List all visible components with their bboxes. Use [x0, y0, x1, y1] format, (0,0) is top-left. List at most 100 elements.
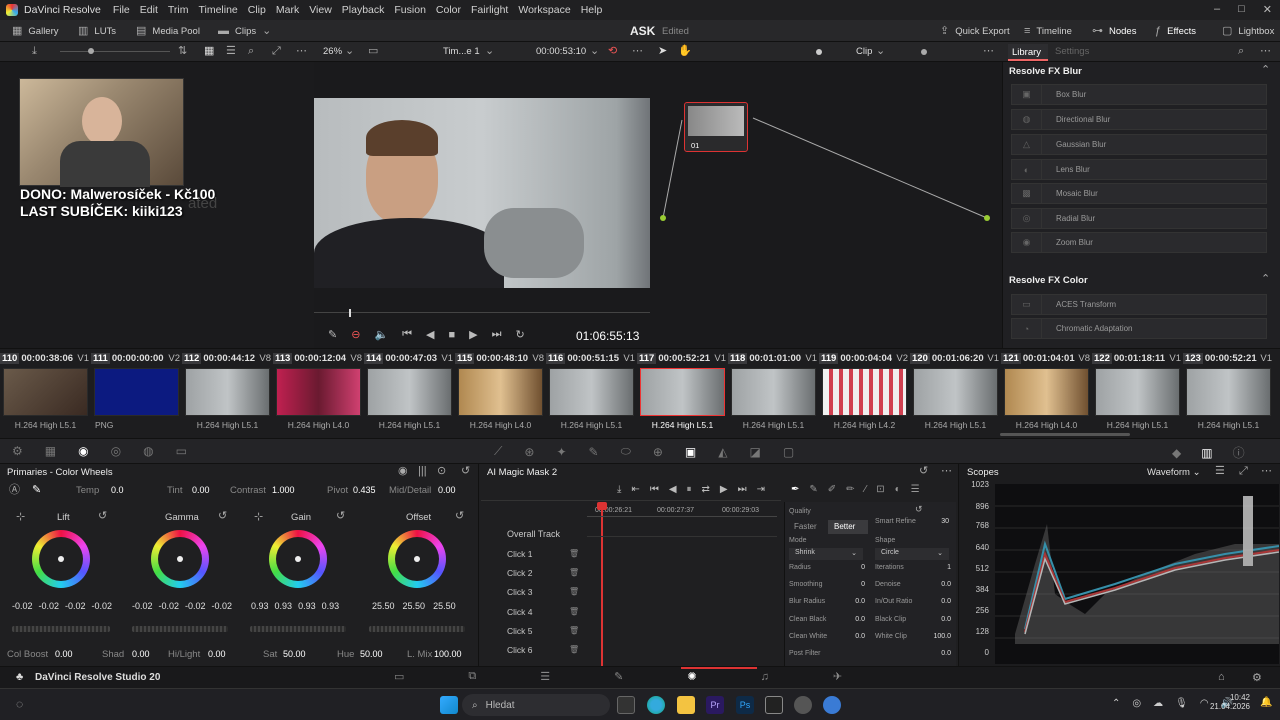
click-6[interactable]: Click 6 [507, 645, 533, 655]
fx-mosaic-blur[interactable]: ▩ Mosaic Blur [1011, 183, 1267, 204]
effects-button[interactable]: ƒ Effects [1155, 20, 1196, 42]
picker-icon[interactable]: ✎ [32, 485, 41, 496]
gain-wheel[interactable] [269, 530, 327, 588]
menu-color[interactable]: Color [436, 4, 461, 16]
nodes-button[interactable]: ⊶ Nodes [1092, 20, 1136, 42]
middetail-value[interactable]: 0.00 [438, 485, 456, 495]
iterations-value[interactable]: 1 [925, 564, 951, 571]
minimize-icon[interactable]: – [1214, 3, 1220, 16]
grid-view-icon[interactable]: ▦ [204, 46, 214, 57]
fx-chromatic-adaptation[interactable]: ◔ Chromatic Adaptation [1011, 318, 1267, 339]
menu-fairlight[interactable]: Fairlight [471, 4, 508, 16]
fx-radial-blur[interactable]: ◎ Radial Blur [1011, 208, 1267, 229]
lift-master-slider[interactable] [12, 626, 110, 632]
first-frame-icon[interactable]: ⇤ [631, 484, 639, 495]
notifications-icon[interactable]: 🔔 [1260, 697, 1272, 708]
track-back-icon[interactable]: ◀ [669, 484, 677, 495]
clips-button[interactable]: ▬ Clips ⌄ [218, 20, 271, 42]
chevron-down-icon[interactable]: ⌄ [345, 46, 354, 57]
chevron-up-icon[interactable]: ⌃ [1112, 698, 1120, 709]
more-icon[interactable]: ⋯ [1261, 466, 1272, 477]
trash-icon[interactable]: 🗑 [569, 607, 579, 616]
gallery-slider[interactable] [60, 51, 170, 52]
adjust-icon[interactable]: ☰ [911, 484, 920, 495]
color-page-icon[interactable]: ✺ [687, 670, 696, 683]
clean-black-value[interactable]: 0.0 [839, 616, 865, 623]
reset-icon[interactable]: ↺ [98, 511, 107, 522]
grab-still-icon[interactable]: ⤓ [32, 46, 37, 57]
menu-help[interactable]: Help [581, 4, 603, 16]
lift-g[interactable]: -0.02 [65, 601, 86, 611]
offset-wheel[interactable] [388, 530, 446, 588]
scopes-icon[interactable]: ▥ [1201, 446, 1212, 460]
window-icon[interactable]: ⬭ [621, 444, 631, 459]
fullscreen-icon[interactable]: ⤢ [272, 46, 281, 57]
blur-radius-value[interactable]: 0.0 [839, 598, 865, 605]
lift-b[interactable]: -0.02 [92, 601, 113, 611]
next-frame-icon[interactable]: ⏭ [738, 484, 747, 495]
log-mode-icon[interactable]: ⊙ [437, 466, 446, 477]
gain-g[interactable]: 0.93 [298, 601, 316, 611]
hilight-value[interactable]: 0.00 [208, 649, 226, 659]
mask-playhead[interactable] [601, 502, 603, 666]
click-3[interactable]: Click 3 [507, 587, 533, 597]
quick-export-button[interactable]: ⇪ Quick Export [940, 20, 1010, 42]
color-wheels-icon[interactable]: ◉ [78, 444, 88, 458]
premiere-icon[interactable]: Pr [706, 696, 724, 714]
qualifier-icon[interactable]: ✦ [556, 445, 566, 459]
gallery-slider-knob[interactable] [88, 48, 94, 54]
reset-icon[interactable]: ↺ [461, 466, 470, 477]
hue-value[interactable]: 50.00 [360, 649, 383, 659]
collapse-icon[interactable]: ⌃ [1261, 274, 1270, 285]
home-icon[interactable]: ⌂ [1218, 671, 1225, 683]
fx-directional-blur[interactable]: ◍ Directional Blur [1011, 109, 1267, 130]
pen-subtract-icon[interactable]: ✐ [828, 484, 836, 495]
tab-library[interactable]: Library [1008, 44, 1048, 61]
rgb-mixer-icon[interactable]: ◍ [143, 444, 153, 458]
maximize-icon[interactable]: □ [1238, 3, 1245, 16]
clip-111[interactable]: 111 00:00:00:00 V2 PNG [91, 349, 182, 439]
last-frame-icon[interactable]: ⇥ [757, 484, 765, 495]
reset-icon[interactable]: ↺ [919, 466, 928, 477]
click-1[interactable]: Click 1 [507, 549, 533, 559]
lift-y[interactable]: -0.02 [12, 601, 33, 611]
play-icon[interactable]: ▶ [469, 328, 477, 341]
offset-values[interactable]: 25.50 25.50 25.50 [372, 601, 456, 611]
deliver-page-icon[interactable]: ✈ [833, 670, 842, 683]
clean-white-value[interactable]: 0.0 [839, 633, 865, 640]
lift-values[interactable]: -0.02 -0.02 -0.02 -0.02 [12, 601, 112, 611]
node-editor[interactable]: 01 [656, 62, 1002, 348]
colboost-value[interactable]: 0.00 [55, 649, 73, 659]
reset-icon[interactable]: ↺ [336, 511, 345, 522]
overlay-icon[interactable]: ⊡ [876, 484, 884, 495]
clip-112[interactable]: 112 00:00:44:12 V8 H.264 High L5.1 [182, 349, 273, 439]
edge-icon[interactable] [647, 696, 665, 714]
offset-g[interactable]: 25.50 [403, 601, 426, 611]
gain-r[interactable]: 0.93 [275, 601, 293, 611]
list-view-icon[interactable]: ☰ [226, 46, 236, 57]
menu-timeline[interactable]: Timeline [198, 4, 237, 16]
click-4[interactable]: Click 4 [507, 607, 533, 617]
more-icon[interactable]: ⋯ [632, 46, 643, 57]
shad-value[interactable]: 0.00 [132, 649, 150, 659]
settings-icon[interactable]: ⚙ [1252, 671, 1262, 684]
more-icon[interactable]: ⋯ [296, 46, 307, 57]
bidirectional-icon[interactable]: ⇄ [702, 484, 710, 495]
chevron-down-icon[interactable]: ⌄ [590, 46, 599, 57]
pivot-value[interactable]: 0.435 [353, 485, 376, 495]
gamma-y[interactable]: -0.02 [132, 601, 153, 611]
info-icon[interactable]: ⓘ [1233, 444, 1245, 461]
scope-settings-icon[interactable]: ☰ [1215, 466, 1225, 477]
fx-gaussian-blur[interactable]: △ Gaussian Blur [1011, 134, 1267, 155]
track-forward-icon[interactable]: ▶ [720, 484, 728, 495]
denoise-value[interactable]: 0.0 [925, 581, 951, 588]
lightbox-button[interactable]: ▢ Lightbox [1222, 20, 1274, 42]
stop-icon[interactable]: ■ [449, 329, 456, 341]
curves-icon[interactable]: ⟋ [494, 444, 502, 459]
gamma-master-slider[interactable] [132, 626, 228, 632]
more-icon[interactable]: ⋯ [941, 466, 952, 477]
fx-lens-blur[interactable]: ◐ Lens Blur [1011, 159, 1267, 180]
contrast-value[interactable]: 1.000 [272, 485, 295, 495]
menu-view[interactable]: View [309, 4, 332, 16]
gain-y[interactable]: 0.93 [251, 601, 269, 611]
